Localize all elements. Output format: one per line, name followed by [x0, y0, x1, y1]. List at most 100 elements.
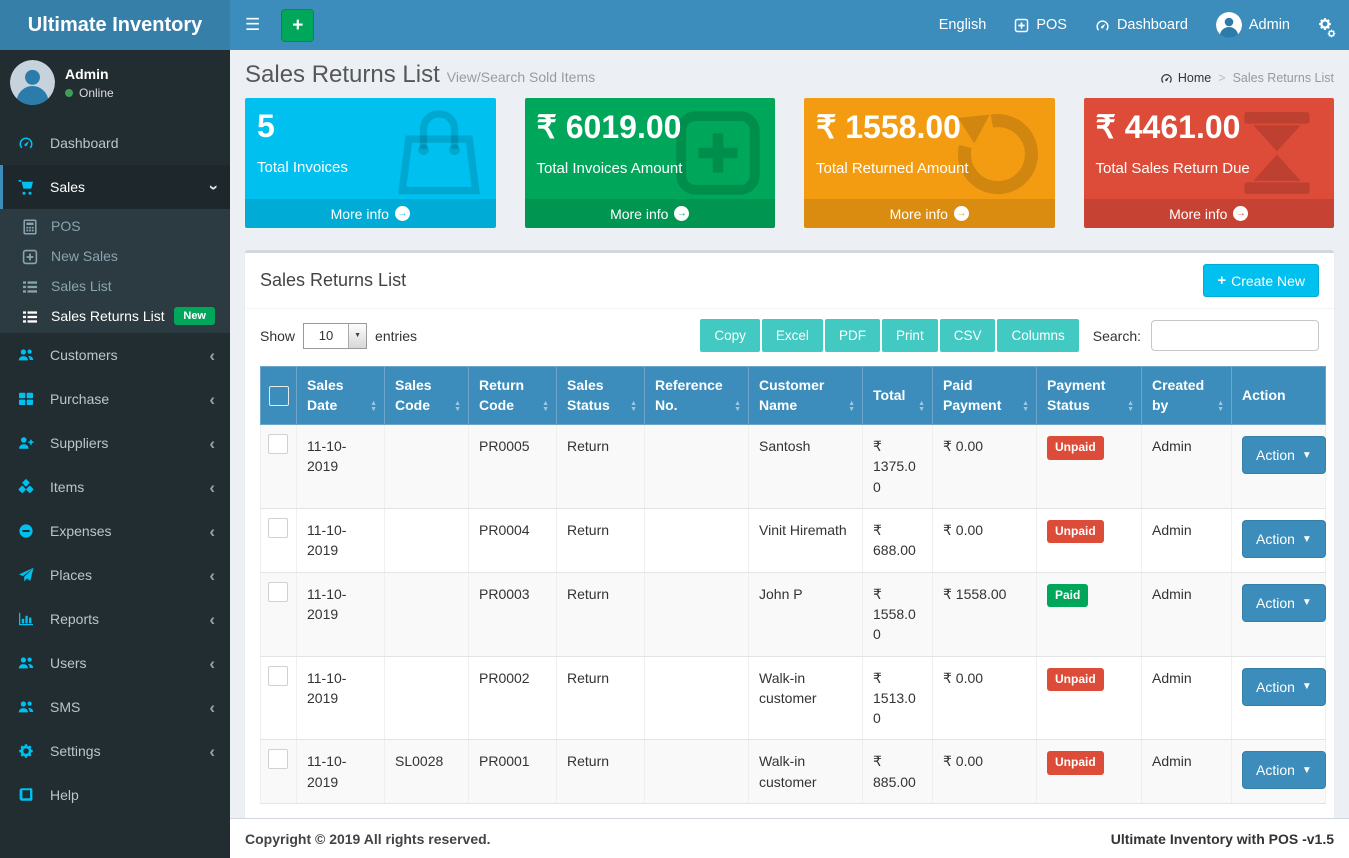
plus-icon: +	[1217, 272, 1226, 289]
sidebar-submenu-sales: POSNew SalesSales ListSales Returns List…	[0, 209, 230, 333]
sidebar-item-places[interactable]: Places‹	[0, 553, 230, 597]
sidebar-item-label: Sales	[50, 179, 85, 195]
nav-settings[interactable]	[1304, 0, 1349, 50]
sort-icon[interactable]: ▲▼	[848, 401, 855, 413]
paper-plane-icon	[18, 567, 36, 583]
sidebar-item-sales-list[interactable]: Sales List	[0, 271, 230, 301]
sidebar-item-pos[interactable]: POS	[0, 211, 230, 241]
header-payment-status[interactable]: Payment Status ▲▼	[1037, 367, 1142, 425]
header-sales-status[interactable]: Sales Status▲▼	[557, 367, 645, 425]
sidebar-item-label: Customers	[50, 347, 118, 363]
header-paid-payment[interactable]: Paid Payment ▲▼	[933, 367, 1037, 425]
export-columns-button[interactable]: Columns	[997, 319, 1078, 352]
row-checkbox[interactable]	[268, 518, 288, 538]
cell-total: ₹ 1558.00	[863, 572, 933, 656]
sidebar-item-new-sales[interactable]: New Sales	[0, 241, 230, 271]
breadcrumb-separator: >	[1218, 71, 1225, 85]
action-button[interactable]: Action▼	[1242, 668, 1326, 706]
sort-icon[interactable]: ▲▼	[734, 401, 741, 413]
sort-icon[interactable]: ▲▼	[370, 401, 377, 413]
cell-paid-payment: ₹ 1558.00	[933, 572, 1037, 656]
action-button[interactable]: Action▼	[1242, 584, 1326, 622]
header-label: Paid Payment	[943, 377, 1001, 413]
plus-icon: +	[292, 15, 303, 36]
cell-reference-no	[645, 425, 749, 509]
nav-pos[interactable]: POS	[1000, 0, 1081, 50]
more-info-link[interactable]: More info→	[1084, 199, 1335, 228]
sort-icon[interactable]: ▲▼	[454, 401, 461, 413]
user-name: Admin	[65, 66, 114, 82]
header-total[interactable]: Total▲▼	[863, 367, 933, 425]
row-checkbox[interactable]	[268, 582, 288, 602]
more-info-link[interactable]: More info→	[525, 199, 776, 228]
sidebar-item-help[interactable]: Help	[0, 773, 230, 817]
card-label: Total Invoices Amount	[537, 160, 776, 177]
header-sales-date[interactable]: Sales Date▲▼	[297, 367, 385, 425]
sidebar-item-label: Reports	[50, 611, 99, 627]
row-checkbox[interactable]	[268, 666, 288, 686]
search-input[interactable]	[1151, 320, 1319, 351]
sidebar-item-items[interactable]: Items‹	[0, 465, 230, 509]
select-all-checkbox[interactable]	[269, 386, 289, 406]
nav-user-menu[interactable]: Admin	[1202, 0, 1304, 50]
row-checkbox[interactable]	[268, 749, 288, 769]
sidebar-item-purchase[interactable]: Purchase‹	[0, 377, 230, 421]
sidebar-item-sales-returns-list[interactable]: Sales Returns ListNew	[0, 301, 230, 331]
action-button[interactable]: Action▼	[1242, 751, 1326, 789]
breadcrumb-home[interactable]: Home	[1160, 71, 1211, 85]
table-row: 11-10-2019PR0002ReturnWalk-in customer₹ …	[261, 656, 1326, 740]
summary-cards: 5Total InvoicesMore info→₹ 6019.00Total …	[245, 98, 1334, 228]
cell-total: ₹ 1513.00	[863, 656, 933, 740]
header-label: Reference No.	[655, 377, 723, 413]
page-size-select[interactable]: 10 ▼	[303, 323, 367, 349]
navbar-right: English POS Dashboard Admin	[925, 0, 1349, 50]
sort-icon[interactable]: ▲▼	[1022, 401, 1029, 413]
chevron-left-icon: ‹	[209, 743, 215, 760]
row-checkbox[interactable]	[268, 434, 288, 454]
sidebar-item-expenses[interactable]: Expenses‹	[0, 509, 230, 553]
sort-icon[interactable]: ▲▼	[1127, 401, 1134, 413]
action-button[interactable]: Action▼	[1242, 520, 1326, 558]
export-pdf-button[interactable]: PDF	[825, 319, 880, 352]
sort-icon[interactable]: ▲▼	[542, 401, 549, 413]
quick-add-button[interactable]: +	[281, 9, 314, 42]
sidebar-item-users[interactable]: Users‹	[0, 641, 230, 685]
sidebar-item-customers[interactable]: Customers‹	[0, 333, 230, 377]
minus-circle-icon	[18, 523, 36, 539]
header-label: Payment Status	[1047, 377, 1105, 413]
app-logo[interactable]: Ultimate Inventory	[0, 0, 230, 50]
sidebar-item-settings[interactable]: Settings‹	[0, 729, 230, 773]
cell-sales-status: Return	[557, 572, 645, 656]
header-sales-code[interactable]: Sales Code▲▼	[385, 367, 469, 425]
nav-dashboard[interactable]: Dashboard	[1081, 0, 1202, 50]
gauge-icon	[18, 135, 36, 151]
header-return-code[interactable]: Return Code▲▼	[469, 367, 557, 425]
sidebar-toggle-button[interactable]: ☰	[230, 0, 275, 50]
more-info-link[interactable]: More info→	[245, 199, 496, 228]
action-button[interactable]: Action▼	[1242, 436, 1326, 474]
sort-icon[interactable]: ▲▼	[1217, 401, 1224, 413]
header-customer-name[interactable]: Customer Name▲▼	[749, 367, 863, 425]
sidebar-item-sms[interactable]: SMS‹	[0, 685, 230, 729]
export-csv-button[interactable]: CSV	[940, 319, 996, 352]
export-print-button[interactable]: Print	[882, 319, 938, 352]
more-info-link[interactable]: More info→	[804, 199, 1055, 228]
table-body: 11-10-2019PR0005ReturnSantosh₹ 1375.00₹ …	[261, 425, 1326, 804]
sort-icon[interactable]: ▲▼	[918, 401, 925, 413]
export-copy-button[interactable]: Copy	[700, 319, 760, 352]
sidebar-item-dashboard[interactable]: Dashboard	[0, 121, 230, 165]
plus-square-icon	[22, 249, 39, 264]
sidebar-item-sales[interactable]: Sales‹	[0, 165, 230, 209]
create-new-button[interactable]: +Create New	[1203, 264, 1319, 297]
page-subtitle: View/Search Sold Items	[447, 69, 595, 85]
sort-icon[interactable]: ▲▼	[630, 401, 637, 413]
header-created-by[interactable]: Created by▲▼	[1142, 367, 1232, 425]
sidebar-item-label: Purchase	[50, 391, 109, 407]
sidebar-item-reports[interactable]: Reports‹	[0, 597, 230, 641]
export-excel-button[interactable]: Excel	[762, 319, 823, 352]
sidebar-item-suppliers[interactable]: Suppliers‹	[0, 421, 230, 465]
page-title: Sales Returns List	[245, 61, 440, 88]
cell-customer-name: Walk-in customer	[749, 656, 863, 740]
nav-language[interactable]: English	[925, 0, 1001, 50]
header-reference-no[interactable]: Reference No. ▲▼	[645, 367, 749, 425]
